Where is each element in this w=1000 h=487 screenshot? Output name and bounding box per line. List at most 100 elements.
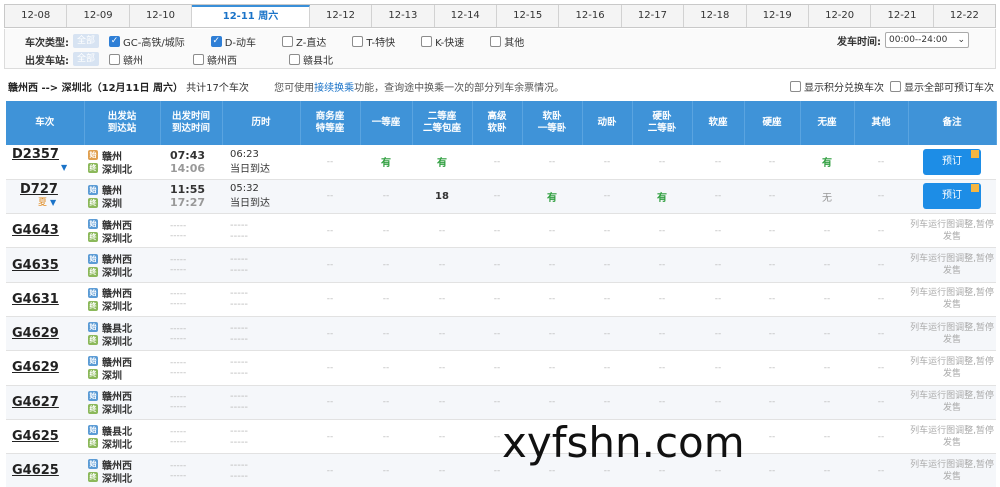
train-number-link[interactable]: G4629 (12, 360, 59, 375)
train-type-all-chip[interactable]: 全部 (73, 34, 100, 48)
date-tab[interactable]: 12-14 (435, 5, 497, 27)
seat-cell: -- (472, 385, 522, 420)
seat-cell: -- (854, 453, 908, 487)
arrival-time: ----- (170, 299, 187, 310)
date-tab[interactable]: 12-21 (871, 5, 934, 27)
all-bookable-option[interactable]: 显示全部可预订车次 (890, 79, 994, 94)
date-tab[interactable]: 12-09 (67, 5, 130, 27)
train-number-link[interactable]: G4625 (12, 463, 59, 478)
transfer-link[interactable]: 接续换乘 (314, 83, 354, 94)
seat-availability: -- (438, 260, 446, 271)
start-station-icon: 始 (88, 356, 98, 367)
start-station-icon: 始 (88, 322, 98, 333)
seat-availability: -- (603, 465, 611, 476)
station-cell: 始赣州西终深圳北 (84, 282, 160, 317)
book-button[interactable]: 预订 (923, 183, 981, 210)
seat-cell: -- (412, 316, 472, 352)
date-tab[interactable]: 12-11 周六 (192, 5, 310, 27)
duration-cell: ----- ----- (222, 350, 300, 386)
seat-availability: -- (768, 156, 776, 167)
book-button[interactable]: 预订 (923, 148, 981, 175)
date-tab[interactable]: 12-08 (5, 5, 68, 27)
station-option[interactable]: 赣州 (109, 52, 143, 67)
departure-time: ----- (170, 255, 187, 266)
header-label: 动卧 (597, 117, 617, 128)
station-option[interactable]: 赣州西 (193, 52, 237, 67)
seat-cell: -- (854, 350, 908, 386)
seat-availability: -- (382, 260, 390, 271)
train-number-link[interactable]: G4625 (12, 429, 59, 444)
date-tab[interactable]: 12-18 (684, 5, 747, 27)
seat-cell: -- (744, 385, 800, 420)
seat-cell: -- (522, 316, 582, 352)
station-pair: 始赣州西终深圳北 (84, 389, 160, 416)
seat-availability: -- (493, 294, 501, 305)
filter-panel: 车次类型: 全部 ✓ GC-高铁/城际 ✓ D-动车 Z-直达 T-特快 K-快速 其他 出发… (4, 29, 996, 69)
train-type-option[interactable]: Z-直达 (282, 34, 326, 49)
train-type-option[interactable]: ✓ GC-高铁/城际 (109, 34, 185, 49)
seat-cell: -- (800, 247, 854, 283)
table-header-cell: 备注 (908, 101, 997, 145)
date-tab[interactable]: 12-22 (934, 5, 995, 27)
seat-availability: -- (382, 191, 390, 202)
date-tab[interactable]: 12-15 (497, 5, 560, 27)
date-tab[interactable]: 12-10 (130, 5, 193, 27)
train-number-link[interactable]: D727 (20, 182, 58, 197)
train-type-option[interactable]: T-特快 (352, 34, 395, 49)
seat-availability: -- (658, 294, 666, 305)
seat-cell: -- (300, 213, 360, 249)
seat-cell: -- (472, 282, 522, 317)
train-cell: G4627 (6, 385, 84, 420)
seat-cell: -- (522, 247, 582, 283)
table-header-cell[interactable]: 历时 (222, 101, 301, 145)
station-all-chip[interactable]: 全部 (73, 52, 100, 66)
table-header-cell: 商务座 特等座 (300, 101, 361, 145)
seat-cell: -- (632, 385, 692, 420)
train-number-link[interactable]: G4643 (12, 223, 59, 238)
to-station: 终深圳北 (88, 471, 132, 485)
ticket-query-page: 12-08 12-09 12-10 12-11 周六 12-12 12-13 12-14 12… (0, 0, 1000, 487)
train-number-link[interactable]: G4635 (12, 258, 59, 273)
train-number-link[interactable]: G4631 (12, 292, 59, 307)
date-tab[interactable]: 12-13 (372, 5, 435, 27)
seat-cell: -- (582, 282, 632, 317)
header-label: 其他 (871, 117, 891, 128)
train-type-option[interactable]: ✓ D-动车 (210, 34, 256, 49)
time-cell: ----- ----- (160, 419, 222, 455)
date-tab[interactable]: 12-12 (310, 5, 373, 27)
seat-cell: 有 (412, 145, 472, 180)
date-tab[interactable]: 12-16 (559, 5, 622, 27)
end-station-icon: 终 (88, 403, 98, 414)
sale-suspended-note: 列车运行图调整,暂停发售 (910, 254, 994, 277)
date-tab[interactable]: 12-17 (622, 5, 685, 27)
start-station-icon: 始 (88, 459, 98, 470)
train-type-option[interactable]: 其他 (490, 34, 524, 49)
table-header-cell[interactable]: 出发时间 到达时间 (160, 101, 223, 145)
seat-cell: -- (412, 453, 472, 487)
train-number-link[interactable]: G4627 (12, 395, 59, 410)
departure-time-select[interactable]: 00:00--24:00 ⌄ (885, 32, 969, 48)
departure-time: ----- (170, 289, 187, 300)
chevron-down-icon[interactable]: ▼ (61, 163, 67, 172)
station-cell: 始赣州西终深圳北 (84, 385, 160, 420)
station-option[interactable]: 赣县北 (289, 52, 333, 67)
date-tab[interactable]: 12-19 (747, 5, 809, 27)
chevron-down-icon[interactable]: ▼ (50, 198, 56, 207)
seat-availability: -- (658, 225, 666, 236)
arrival-time: ----- (170, 402, 187, 413)
table-row: G4631 始赣州西终深圳北 ----- ----- ----- ----- -- -- -- -… (6, 282, 996, 317)
seat-availability: -- (326, 431, 334, 442)
date-tab[interactable]: 12-20 (809, 5, 872, 27)
train-number-link[interactable]: G4629 (12, 326, 59, 341)
station-cell: 始赣州西终深圳北 (84, 213, 160, 249)
train-number-link[interactable]: D2357 (12, 147, 59, 162)
train-type-option[interactable]: K-快速 (421, 34, 464, 49)
station-pair: 始赣州西终深圳北 (84, 252, 160, 279)
checkbox-icon (890, 80, 901, 92)
header-label: 无座 (817, 117, 837, 128)
points-exchange-option[interactable]: 显示积分兑换车次 (790, 79, 884, 94)
time-pair: ----- ----- (160, 324, 222, 344)
arrival-day: 当日到达 (230, 198, 270, 210)
to-station: 终深圳北 (88, 231, 132, 245)
station-cell: 始赣州西终深圳 (84, 350, 160, 386)
